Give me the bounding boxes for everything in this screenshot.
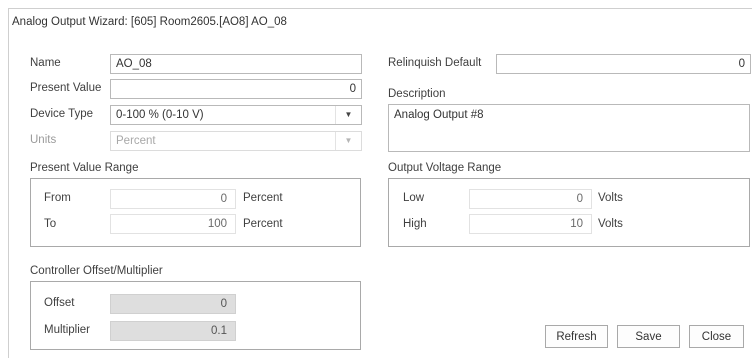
- chevron-down-icon[interactable]: ▼: [335, 106, 361, 124]
- low-unit: Volts: [598, 192, 623, 204]
- units-value: Percent: [116, 135, 156, 147]
- device-type-value: 0-100 % (0-10 V): [116, 109, 204, 121]
- multiplier-field: 0.1: [110, 321, 236, 341]
- chevron-down-icon: ▼: [335, 132, 361, 150]
- window-title: Analog Output Wizard: [605] Room2605.[AO…: [12, 16, 287, 28]
- from-unit: Percent: [243, 192, 283, 204]
- relinquish-default-field[interactable]: 0: [496, 54, 751, 74]
- description-label: Description: [388, 88, 446, 100]
- offset-field: 0: [110, 294, 236, 314]
- low-field[interactable]: 0: [469, 189, 592, 209]
- device-type-label: Device Type: [30, 108, 94, 120]
- present-value-label: Present Value: [30, 82, 102, 94]
- name-label: Name: [30, 57, 61, 69]
- to-label: To: [44, 218, 57, 230]
- save-button[interactable]: Save: [617, 325, 680, 348]
- high-unit: Volts: [598, 218, 623, 230]
- name-field[interactable]: AO_08: [110, 54, 362, 74]
- from-label: From: [44, 192, 71, 204]
- controller-offset-title: Controller Offset/Multiplier: [30, 265, 163, 277]
- close-button[interactable]: Close: [689, 325, 744, 348]
- to-unit: Percent: [243, 218, 283, 230]
- low-label: Low: [403, 192, 425, 204]
- from-field[interactable]: 0: [110, 189, 236, 209]
- multiplier-label: Multiplier: [44, 324, 91, 336]
- offset-label: Offset: [44, 297, 75, 309]
- device-type-select[interactable]: 0-100 % (0-10 V) ▼: [110, 105, 362, 125]
- present-value-range-title: Present Value Range: [30, 162, 139, 174]
- to-field[interactable]: 100: [110, 214, 236, 234]
- present-value-field[interactable]: 0: [110, 79, 362, 99]
- high-field[interactable]: 10: [469, 214, 592, 234]
- output-voltage-range-title: Output Voltage Range: [388, 162, 502, 174]
- units-select: Percent ▼: [110, 131, 362, 151]
- relinquish-default-label: Relinquish Default: [388, 57, 482, 69]
- description-textarea[interactable]: Analog Output #8: [388, 104, 750, 152]
- high-label: High: [403, 218, 427, 230]
- refresh-button[interactable]: Refresh: [545, 325, 608, 348]
- units-label: Units: [30, 134, 57, 146]
